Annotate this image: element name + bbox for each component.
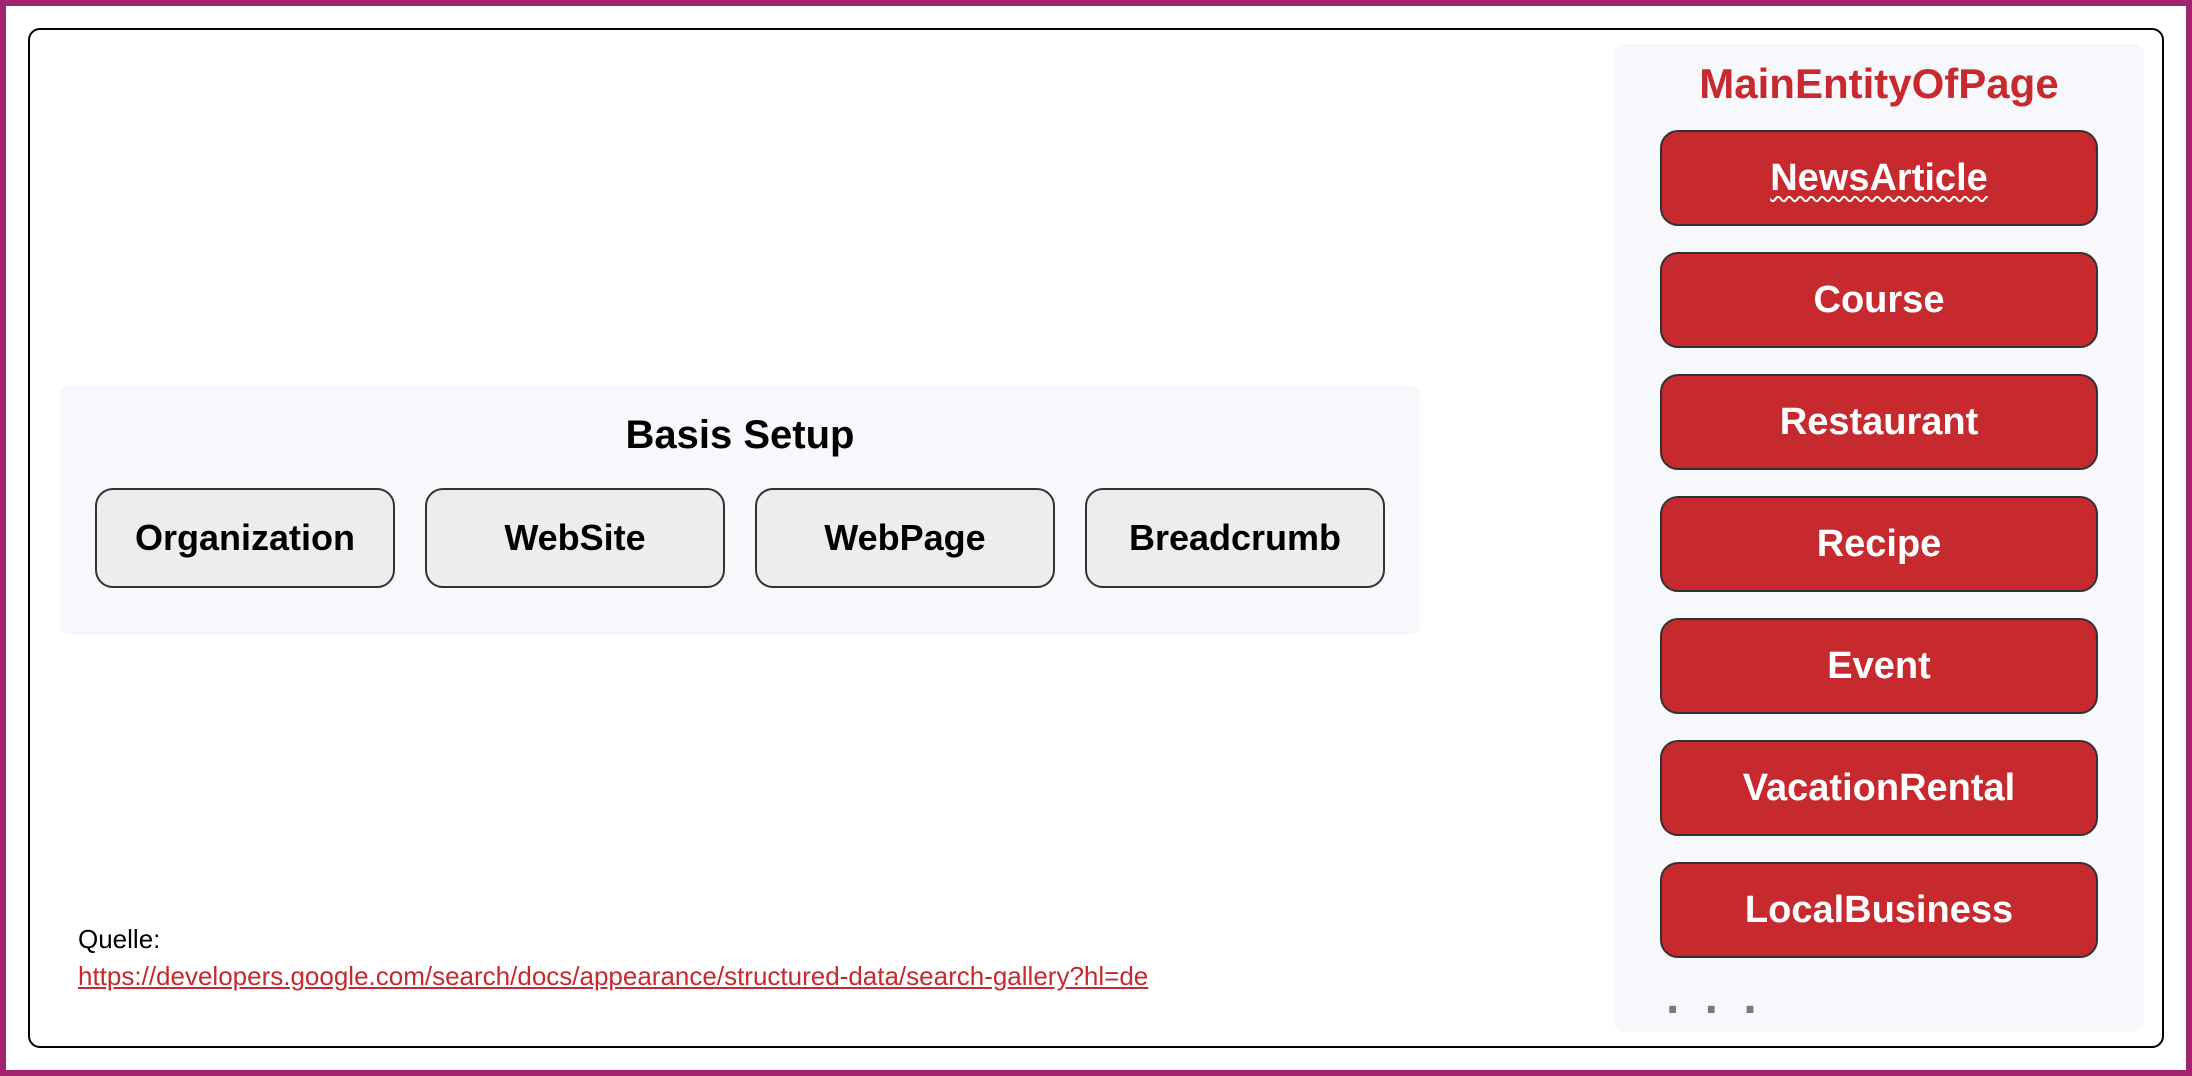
basis-setup-row: Organization WebSite WebPage Breadcrumb <box>60 488 1420 588</box>
entity-box-newsarticle: NewsArticle <box>1660 130 2098 226</box>
entity-box-vacationrental: VacationRental <box>1660 740 2098 836</box>
entity-label: Recipe <box>1817 523 1942 566</box>
entity-box-event: Event <box>1660 618 2098 714</box>
entity-list: NewsArticle Course Restaurant Recipe Eve… <box>1660 130 2098 958</box>
basis-box-webpage: WebPage <box>755 488 1055 588</box>
basis-box-breadcrumb: Breadcrumb <box>1085 488 1385 588</box>
basis-setup-title: Basis Setup <box>60 413 1420 458</box>
basis-box-organization: Organization <box>95 488 395 588</box>
source-label: Quelle: <box>78 924 160 954</box>
entity-label: Restaurant <box>1780 401 1979 444</box>
entity-box-course: Course <box>1660 252 2098 348</box>
basis-setup-panel: Basis Setup Organization WebSite WebPage… <box>60 385 1420 635</box>
entity-label: VacationRental <box>1743 767 2015 810</box>
source-block: Quelle: https://developers.google.com/se… <box>78 921 1148 996</box>
entity-box-restaurant: Restaurant <box>1660 374 2098 470</box>
entity-title: MainEntityOfPage <box>1699 60 2058 108</box>
entity-box-recipe: Recipe <box>1660 496 2098 592</box>
slide-inner: Basis Setup Organization WebSite WebPage… <box>28 28 2164 1048</box>
entity-panel: MainEntityOfPage NewsArticle Course Rest… <box>1614 44 2144 1032</box>
slide-frame: Basis Setup Organization WebSite WebPage… <box>0 0 2192 1076</box>
entity-label: NewsArticle <box>1770 157 1988 200</box>
entity-label: Course <box>1814 279 1945 322</box>
source-link[interactable]: https://developers.google.com/search/doc… <box>78 961 1148 991</box>
entity-label: Event <box>1827 645 1930 688</box>
entity-label: LocalBusiness <box>1745 889 2013 932</box>
entity-ellipsis: . . . <box>1660 970 1763 1025</box>
entity-box-localbusiness: LocalBusiness <box>1660 862 2098 958</box>
basis-box-website: WebSite <box>425 488 725 588</box>
